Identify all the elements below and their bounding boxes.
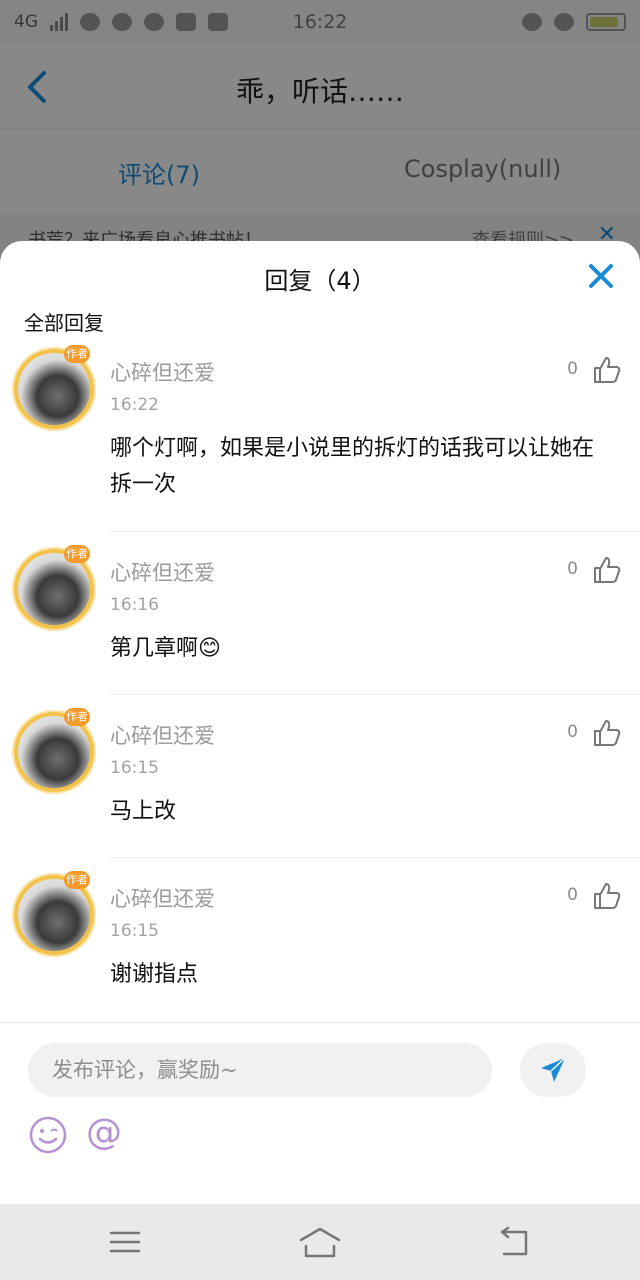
reply-author[interactable]: 心碎但还爱 — [110, 357, 215, 387]
divider — [110, 857, 640, 858]
modal-overlay[interactable] — [0, 0, 640, 264]
comment-input[interactable] — [28, 1043, 492, 1097]
reply-author[interactable]: 心碎但还爱 — [110, 557, 215, 587]
author-badge: 作者 — [64, 708, 90, 726]
send-icon — [541, 1057, 566, 1082]
reply-text: 谢谢指点 — [110, 962, 199, 987]
emoji-icon[interactable] — [28, 1115, 68, 1155]
author-badge: 作者 — [64, 871, 90, 889]
send-button[interactable] — [520, 1043, 586, 1097]
thumbs-up-icon[interactable] — [592, 355, 622, 385]
author-badge: 作者 — [64, 345, 90, 363]
mention-button[interactable]: @ — [86, 1113, 122, 1153]
system-nav-bar — [0, 1204, 640, 1280]
thumbs-up-icon[interactable] — [592, 881, 622, 911]
reply-time: 16:16 — [110, 595, 159, 615]
thumbs-up-icon[interactable] — [592, 555, 622, 585]
reply-time: 16:22 — [110, 395, 159, 415]
reply-time: 16:15 — [110, 921, 159, 941]
divider — [110, 531, 640, 532]
reply-author[interactable]: 心碎但还爱 — [110, 720, 215, 750]
menu-icon[interactable] — [108, 1228, 142, 1256]
close-icon[interactable] — [586, 261, 616, 291]
section-label: 全部回复 — [24, 311, 104, 335]
sheet-title: 回复（4） — [264, 267, 376, 295]
reply-text: 第几章啊😊 — [110, 636, 221, 661]
like-count: 0 — [567, 722, 578, 742]
reply-text: 哪个灯啊，如果是小说里的拆灯的话我可以让她在拆一次 — [110, 436, 595, 497]
author-badge: 作者 — [64, 545, 90, 563]
thumbs-up-icon[interactable] — [592, 718, 622, 748]
reply-text: 马上改 — [110, 799, 177, 824]
like-count: 0 — [567, 885, 578, 905]
like-count: 0 — [567, 559, 578, 579]
reply-author[interactable]: 心碎但还爱 — [110, 883, 215, 913]
system-back-icon[interactable] — [498, 1226, 532, 1258]
home-icon[interactable] — [298, 1226, 342, 1260]
comment-composer: @ — [0, 1022, 640, 1204]
like-count: 0 — [567, 359, 578, 379]
divider — [110, 694, 640, 695]
reply-time: 16:15 — [110, 758, 159, 778]
